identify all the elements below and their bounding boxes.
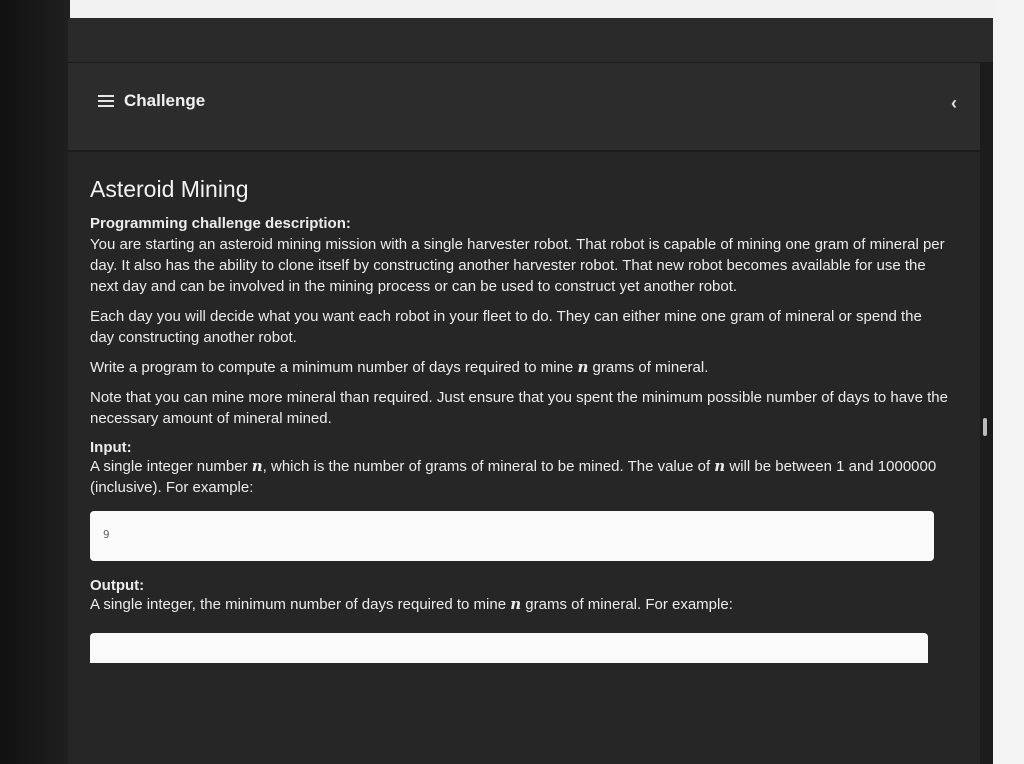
header-title: Challenge [124,91,206,110]
output-example-box [90,633,928,663]
input-description: A single integer number n, which is the … [90,457,937,496]
variable-n: n [577,358,589,376]
variable-n: n [251,457,263,475]
input-example-box: 9 [90,511,934,561]
challenge-content: Asteroid Mining Programming challenge de… [90,176,950,663]
input-example-value: 9 [103,528,110,541]
variable-n: n [714,457,726,475]
output-heading: Output: [90,577,145,594]
description-paragraph-4: Note that you can mine more mineral than… [90,389,948,427]
challenge-header: Challenge ‹ [68,63,980,152]
output-description: A single integer, the minimum number of … [90,595,733,613]
description-paragraph-1: You are starting an asteroid mining miss… [90,236,945,295]
top-bar [68,18,993,63]
menu-icon[interactable] [98,95,114,109]
variable-n: n [510,595,522,613]
input-heading: Input: [90,439,132,456]
challenge-title: Asteroid Mining [90,176,249,202]
scrollbar-thumb[interactable] [983,418,987,436]
screen: Challenge ‹ Asteroid Mining Programming … [68,18,993,764]
description-paragraph-2: Each day you will decide what you want e… [90,308,922,346]
chevron-left-icon[interactable]: ‹ [951,93,957,114]
background-right [993,0,1024,764]
description-heading: Programming challenge description: [90,215,351,232]
scrollbar[interactable] [980,63,993,764]
monitor-bezel-left [0,0,70,764]
description-paragraph-3: Write a program to compute a minimum num… [90,358,709,376]
